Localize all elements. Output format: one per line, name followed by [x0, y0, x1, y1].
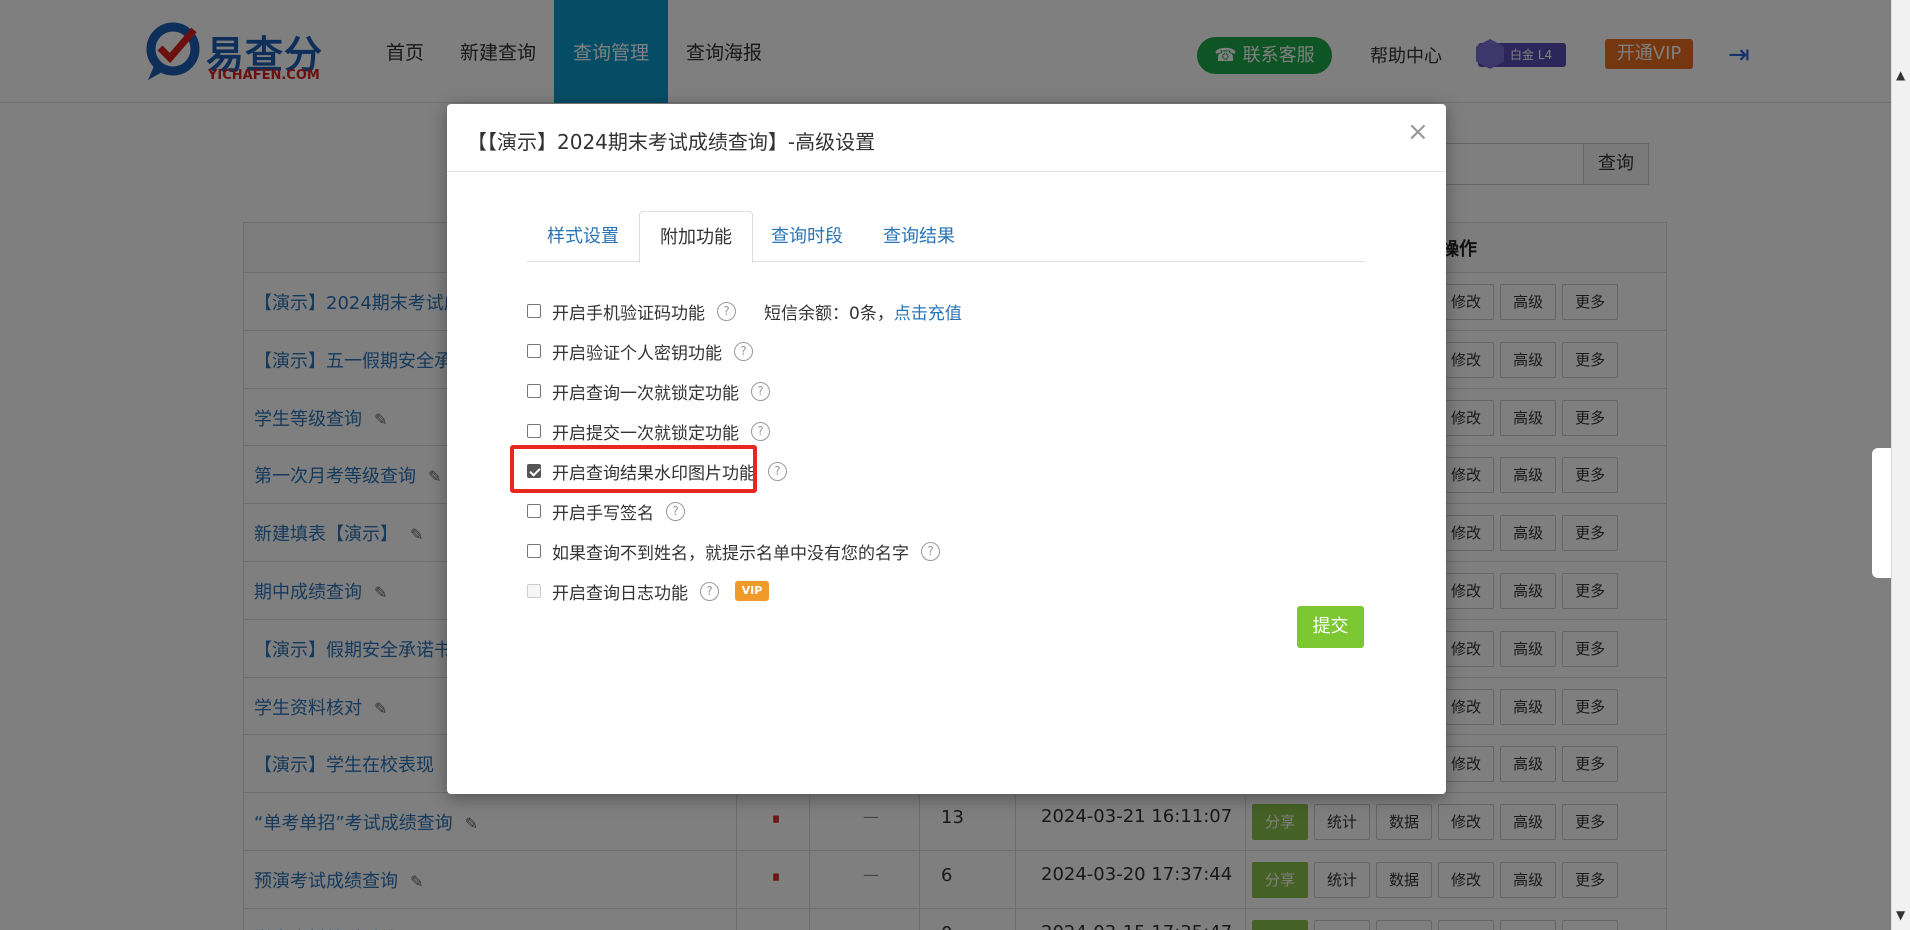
feature-checkbox — [527, 584, 541, 598]
side-float-tab[interactable] — [1872, 448, 1891, 578]
help-question-icon[interactable]: ? — [734, 341, 753, 361]
feature-checkbox[interactable] — [527, 304, 541, 318]
feature-label[interactable]: 开启验证个人密钥功能 — [552, 339, 722, 364]
feature-label[interactable]: 开启提交一次就锁定功能 — [552, 419, 739, 444]
feature-option: 开启验证个人密钥功能? — [527, 337, 753, 365]
submit-button[interactable]: 提交 — [1297, 606, 1364, 648]
feature-label[interactable]: 开启手机验证码功能 — [552, 299, 705, 324]
help-question-icon[interactable]: ? — [666, 501, 685, 521]
feature-checkbox[interactable] — [527, 544, 541, 558]
recharge-link[interactable]: 点击充值 — [894, 299, 962, 324]
advanced-settings-dialog: 【【演示】2024期末考试成绩查询】-高级设置 × 样式设置 附加功能 查询时段… — [447, 104, 1446, 794]
help-question-icon[interactable]: ? — [768, 461, 787, 481]
vip-tag: VIP — [735, 581, 769, 601]
settings-tabs: 样式设置 附加功能 查询时段 查询结果 — [527, 211, 1365, 263]
feature-option: 开启查询一次就锁定功能? — [527, 377, 770, 405]
feature-label[interactable]: 开启查询日志功能 — [552, 579, 688, 604]
tab-query-results[interactable]: 查询结果 — [863, 211, 975, 262]
tab-style-settings[interactable]: 样式设置 — [527, 211, 639, 262]
feature-option: 开启提交一次就锁定功能? — [527, 417, 770, 445]
feature-checkbox[interactable] — [527, 424, 541, 438]
help-question-icon[interactable]: ? — [700, 581, 719, 601]
tab-query-period[interactable]: 查询时段 — [751, 211, 863, 262]
feature-checkbox[interactable] — [527, 344, 541, 358]
feature-label[interactable]: 开启查询一次就锁定功能 — [552, 379, 739, 404]
dialog-title: 【【演示】2024期末考试成绩查询】-高级设置 — [467, 130, 876, 154]
vertical-scrollbar[interactable]: ▲ ▼ — [1891, 0, 1910, 930]
feature-checkbox[interactable] — [527, 504, 541, 518]
feature-option: 如果查询不到姓名，就提示名单中没有您的名字? — [527, 537, 940, 565]
feature-option: 开启查询日志功能? VIP — [527, 577, 769, 605]
help-question-icon[interactable]: ? — [751, 421, 770, 441]
highlight-box — [510, 445, 757, 493]
help-question-icon[interactable]: ? — [751, 381, 770, 401]
feature-label[interactable]: 如果查询不到姓名，就提示名单中没有您的名字 — [552, 539, 909, 564]
close-icon[interactable]: × — [1407, 119, 1429, 145]
help-question-icon[interactable]: ? — [717, 301, 736, 321]
scroll-down-icon[interactable]: ▼ — [1896, 908, 1905, 922]
feature-checkbox[interactable] — [527, 384, 541, 398]
scroll-up-icon[interactable]: ▲ — [1896, 68, 1905, 82]
feature-option: 开启手机验证码功能? 短信余额：0条， 点击充值 — [527, 297, 962, 325]
feature-label[interactable]: 开启手写签名 — [552, 499, 654, 524]
help-question-icon[interactable]: ? — [921, 541, 940, 561]
tab-additional-features[interactable]: 附加功能 — [639, 211, 753, 263]
sms-balance-text: 短信余额：0条， — [764, 303, 894, 324]
dialog-header: 【【演示】2024期末考试成绩查询】-高级设置 × — [447, 104, 1446, 172]
feature-option: 开启手写签名? — [527, 497, 685, 525]
